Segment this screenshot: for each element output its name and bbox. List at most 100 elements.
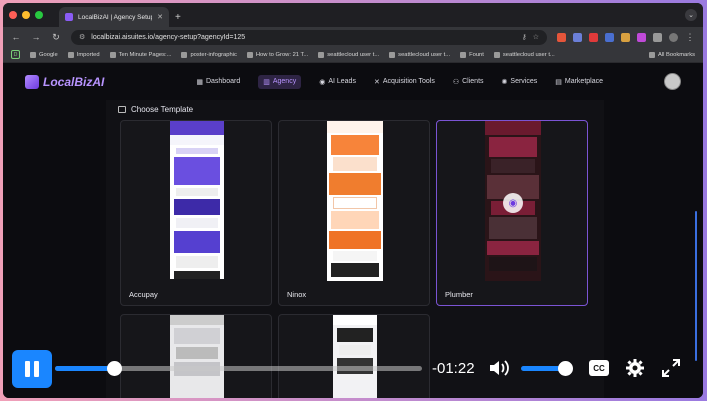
forward-icon[interactable]: → [31, 32, 41, 42]
users-icon: ⚇ [452, 78, 460, 86]
extensions: ⋮ [557, 32, 695, 43]
template-thumbnail [170, 315, 224, 398]
all-bookmarks[interactable]: All Bookmarks [648, 51, 695, 58]
captions-button[interactable]: CC [589, 360, 609, 376]
nav-agency[interactable]: ▥ Agency [258, 74, 302, 89]
page-icon [318, 51, 325, 58]
logo-icon [25, 74, 39, 89]
browser-toolbar: ← → ↻ ⚙ localbizai.aisuites.io/agency-se… [3, 27, 703, 47]
template-card-plumber[interactable]: ◉ Plumber [436, 120, 588, 306]
bookmarks-bar: D Google Imported Ten Minute Pages:... p… [3, 47, 703, 63]
section-title: Choose Template [131, 104, 194, 114]
template-name: Accupay [129, 290, 158, 299]
progress-fill [55, 366, 114, 371]
template-thumbnail [327, 121, 383, 281]
tab-search-button[interactable]: ⌄ [685, 9, 697, 21]
bookmark-item[interactable]: seattlecloud user t... [493, 51, 555, 58]
tab-close-icon[interactable]: ✕ [157, 13, 163, 21]
key-icon[interactable]: ⚷ [522, 33, 527, 41]
template-card-ninox[interactable]: Ninox [278, 120, 430, 306]
profile-icon[interactable] [669, 32, 678, 42]
app-navbar: LocalBizAI ▦ Dashboard ▥ Agency ◉ AI Leads … [3, 63, 703, 100]
bookmark-item[interactable]: Ten Minute Pages:... [109, 51, 171, 58]
extension-icon[interactable] [557, 32, 566, 42]
fullscreen-icon[interactable] [661, 358, 681, 378]
page-icon [460, 51, 467, 58]
google-icon [30, 51, 36, 58]
site-info-icon[interactable]: ⚙ [79, 33, 85, 41]
puzzle-icon[interactable] [653, 32, 662, 42]
nav-clients[interactable]: ⚇ Clients [453, 75, 484, 89]
pause-icon [34, 361, 39, 377]
building-icon: ▥ [263, 78, 270, 86]
menu-kebab-icon[interactable]: ⋮ [685, 32, 695, 43]
nav-dashboard[interactable]: ▦ Dashboard [196, 75, 240, 89]
extension-icon[interactable] [637, 32, 646, 42]
extension-icon[interactable] [573, 32, 582, 42]
url-text: localbizai.aisuites.io/agency-setup?agen… [91, 33, 246, 41]
template-thumbnail [333, 315, 377, 398]
bookmark-item[interactable]: How to Grow: 21 T... [246, 51, 308, 58]
logo-text: LocalBizAI [43, 74, 105, 89]
logo[interactable]: LocalBizAI [25, 74, 105, 89]
bookmark-item[interactable]: Google [30, 51, 58, 58]
page-icon [493, 51, 500, 58]
nav-services[interactable]: ✺ Services [502, 75, 538, 89]
template-card-accupay[interactable]: Accupay [120, 120, 272, 306]
tab-strip: LocalBizAI | Agency Setup ✕ + ⌄ [3, 3, 703, 27]
maximize-window-button[interactable] [35, 11, 43, 19]
back-icon[interactable]: ← [11, 32, 21, 42]
browser-tab[interactable]: LocalBizAI | Agency Setup ✕ [59, 7, 169, 27]
progress-handle[interactable] [106, 361, 122, 376]
apps-icon[interactable]: D [11, 50, 20, 59]
nav-marketplace[interactable]: ▤ Marketplace [555, 75, 603, 89]
page-icon [109, 51, 116, 58]
extension-icon[interactable] [605, 32, 614, 42]
star-icon[interactable]: ☆ [533, 33, 539, 41]
ai-icon: ◉ [319, 78, 326, 86]
nav-ai-leads[interactable]: ◉ AI Leads [319, 75, 356, 89]
folder-icon [648, 51, 655, 58]
folder-icon [181, 51, 188, 58]
pause-button[interactable] [12, 350, 52, 388]
bookmark-item[interactable]: seattlecloud user t... [389, 51, 450, 58]
pause-icon [25, 361, 30, 377]
time-remaining: -01:22 [432, 360, 475, 377]
new-tab-button[interactable]: + [175, 12, 181, 23]
avatar[interactable] [664, 73, 681, 90]
nav-acquisition-tools[interactable]: ✕ Acquisition Tools [374, 75, 435, 89]
extension-icon[interactable] [621, 32, 630, 42]
store-icon: ▤ [555, 78, 562, 86]
close-window-button[interactable] [9, 11, 17, 19]
address-bar[interactable]: ⚙ localbizai.aisuites.io/agency-setup?ag… [71, 29, 547, 45]
services-icon: ✺ [501, 78, 508, 86]
section-header: Choose Template [106, 100, 604, 118]
template-name: Ninox [287, 290, 307, 299]
tools-icon: ✕ [373, 78, 380, 86]
grid-icon: ▦ [196, 78, 203, 86]
page-scrollbar[interactable] [695, 211, 697, 361]
reload-icon[interactable]: ↻ [51, 32, 61, 43]
template-icon [118, 105, 126, 113]
template-card[interactable] [278, 314, 430, 398]
template-card[interactable] [120, 314, 272, 398]
favicon-icon [65, 13, 73, 21]
template-panel: Choose Template Accupay Ninox ◉ Plumber [106, 100, 604, 398]
tab-title: LocalBizAI | Agency Setup [78, 13, 153, 21]
bookmark-item[interactable]: seattlecloud user t... [318, 51, 379, 58]
template-thumbnail [170, 121, 224, 279]
app-page: LocalBizAI ▦ Dashboard ▥ Agency ◉ AI Leads … [3, 63, 703, 398]
minimize-window-button[interactable] [22, 11, 30, 19]
preview-eye-icon[interactable]: ◉ [503, 193, 523, 213]
extension-icon[interactable] [589, 32, 598, 42]
volume-handle[interactable] [558, 361, 573, 376]
browser-window: LocalBizAI | Agency Setup ✕ + ⌄ ← → ↻ ⚙ … [3, 3, 703, 398]
page-icon [246, 51, 253, 58]
bookmark-item[interactable]: poster-infographic [181, 51, 237, 58]
volume-icon[interactable] [488, 358, 510, 378]
page-icon [389, 51, 396, 58]
folder-icon [67, 51, 74, 58]
bookmark-item[interactable]: Fount [460, 51, 484, 58]
settings-gear-icon[interactable] [625, 358, 645, 378]
bookmark-item[interactable]: Imported [67, 51, 100, 58]
